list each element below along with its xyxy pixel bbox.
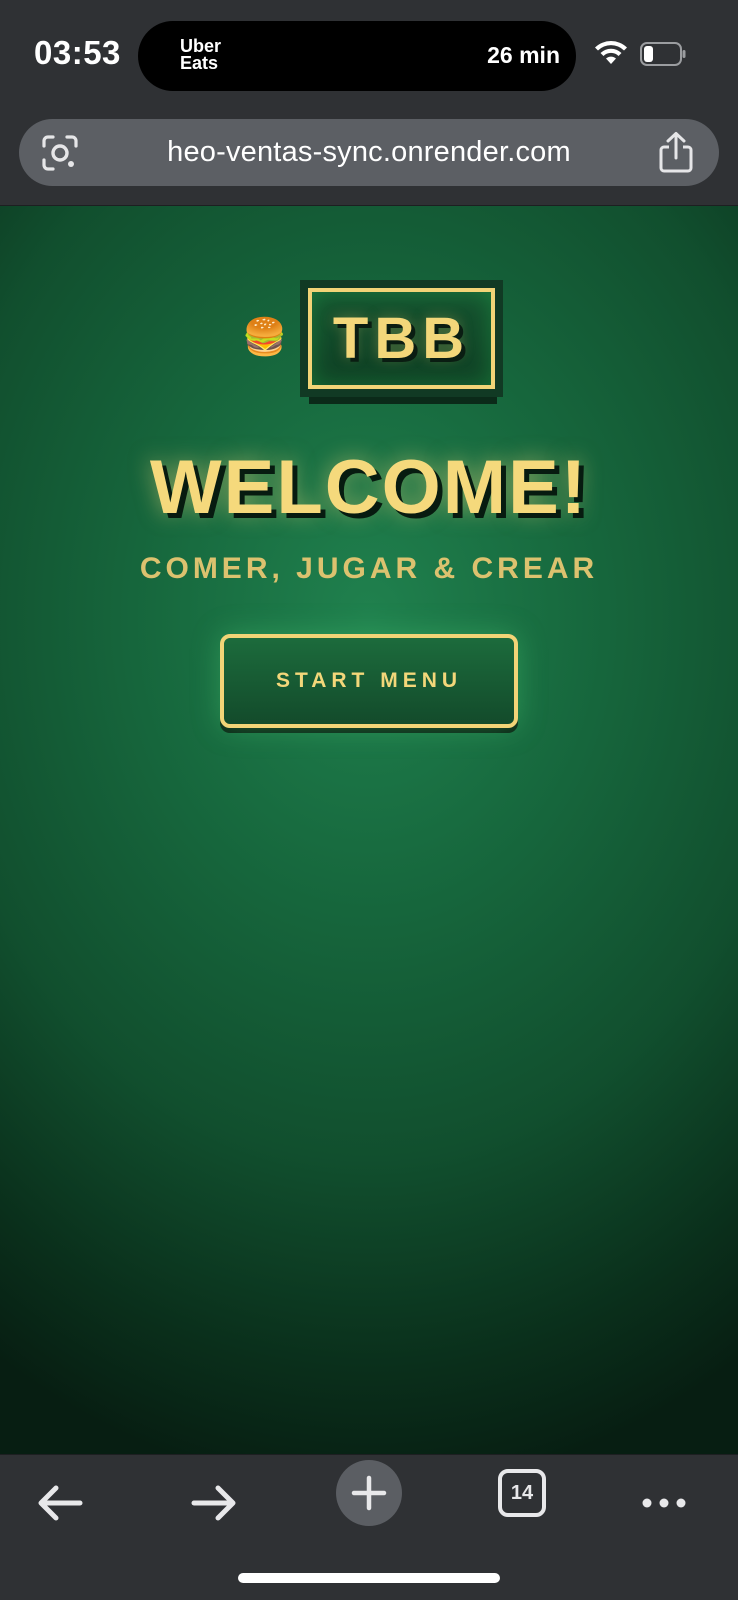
browser-toolbar: 14 <box>0 1454 738 1600</box>
address-bar[interactable]: heo-ventas-sync.onrender.com <box>19 119 719 186</box>
tbb-logo-frame: TBB <box>308 288 495 389</box>
battery-icon <box>640 42 686 66</box>
home-indicator[interactable] <box>238 1573 500 1583</box>
tbb-logo: TBB <box>300 280 503 397</box>
logo-row: 🍔 TBB <box>0 280 738 404</box>
tbb-logo-text: TBB <box>332 306 471 371</box>
forward-arrow-icon[interactable] <box>190 1483 238 1523</box>
plus-icon <box>351 1475 387 1511</box>
tagline: COMER, JUGAR & CREAR <box>139 552 599 585</box>
tabs-icon[interactable]: 14 <box>498 1469 546 1517</box>
share-icon[interactable] <box>657 131 695 173</box>
start-menu-button[interactable]: START MENU <box>220 634 518 728</box>
status-time: 03:53 <box>34 34 121 71</box>
new-tab-button[interactable] <box>336 1460 402 1526</box>
web-page-content: 🍔 TBB WELCOME! COMER, JUGAR & CREAR STAR… <box>0 206 738 1454</box>
wifi-icon <box>595 41 627 64</box>
lens-icon[interactable] <box>41 134 79 172</box>
dynamic-island-live-activity[interactable]: Uber Eats 26 min <box>138 21 576 91</box>
url-text[interactable]: heo-ventas-sync.onrender.com <box>99 136 639 169</box>
uber-eats-logo: Uber Eats <box>180 37 240 73</box>
brand-line-2: Eats <box>180 53 219 73</box>
status-bar: 03:53 Uber Eats 26 min <box>0 0 738 110</box>
delivery-eta: 26 min <box>487 42 560 68</box>
browser-address-area: heo-ventas-sync.onrender.com <box>0 110 738 206</box>
welcome-heading: WELCOME! <box>149 445 589 530</box>
burger-emoji-icon: 🍔 <box>242 316 287 357</box>
more-icon[interactable] <box>640 1483 688 1523</box>
back-arrow-icon[interactable] <box>36 1483 84 1523</box>
